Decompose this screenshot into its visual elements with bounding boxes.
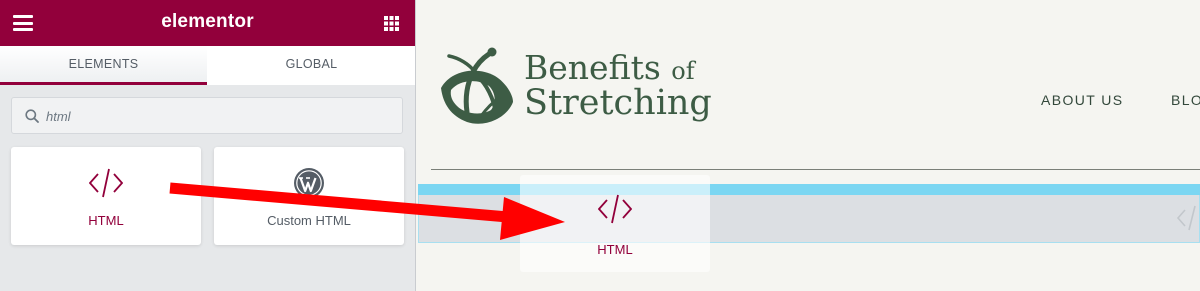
panel-header: elementor: [0, 0, 415, 46]
site-logo-text[interactable]: Benefits of Stretching: [524, 51, 712, 123]
nav-blog[interactable]: BLOG: [1171, 92, 1200, 108]
widget-html[interactable]: HTML: [11, 147, 201, 245]
code-icon: [598, 194, 632, 224]
elementor-panel: elementor ELEMENTS GLOBAL HTML: [0, 0, 416, 291]
site-logo-icon[interactable]: [437, 46, 523, 132]
drag-ghost-label: HTML: [597, 242, 633, 257]
tab-elements[interactable]: ELEMENTS: [0, 46, 207, 85]
logo-line-1-of: of: [671, 57, 695, 85]
elementor-logo: elementor: [161, 11, 254, 32]
code-icon: [89, 168, 123, 198]
widget-html-label: HTML: [88, 213, 124, 228]
wordpress-icon: [294, 168, 324, 198]
widget-custom-html-label: Custom HTML: [267, 213, 351, 228]
widgets-grid-icon[interactable]: [384, 16, 399, 31]
nav-about-us[interactable]: ABOUT US: [1041, 92, 1124, 108]
logo-line-2: Stretching: [524, 83, 712, 123]
search-icon: [25, 109, 39, 123]
tab-global[interactable]: GLOBAL: [208, 46, 415, 85]
search-box: [11, 97, 403, 134]
widget-custom-html[interactable]: Custom HTML: [214, 147, 404, 245]
drag-ghost-html: HTML: [520, 175, 710, 272]
header-divider: [431, 169, 1200, 170]
code-icon: [1176, 205, 1196, 231]
panel-tabs: ELEMENTS GLOBAL: [0, 46, 415, 85]
search-input[interactable]: [46, 106, 386, 126]
logo-line-1: Benefits: [524, 48, 661, 87]
